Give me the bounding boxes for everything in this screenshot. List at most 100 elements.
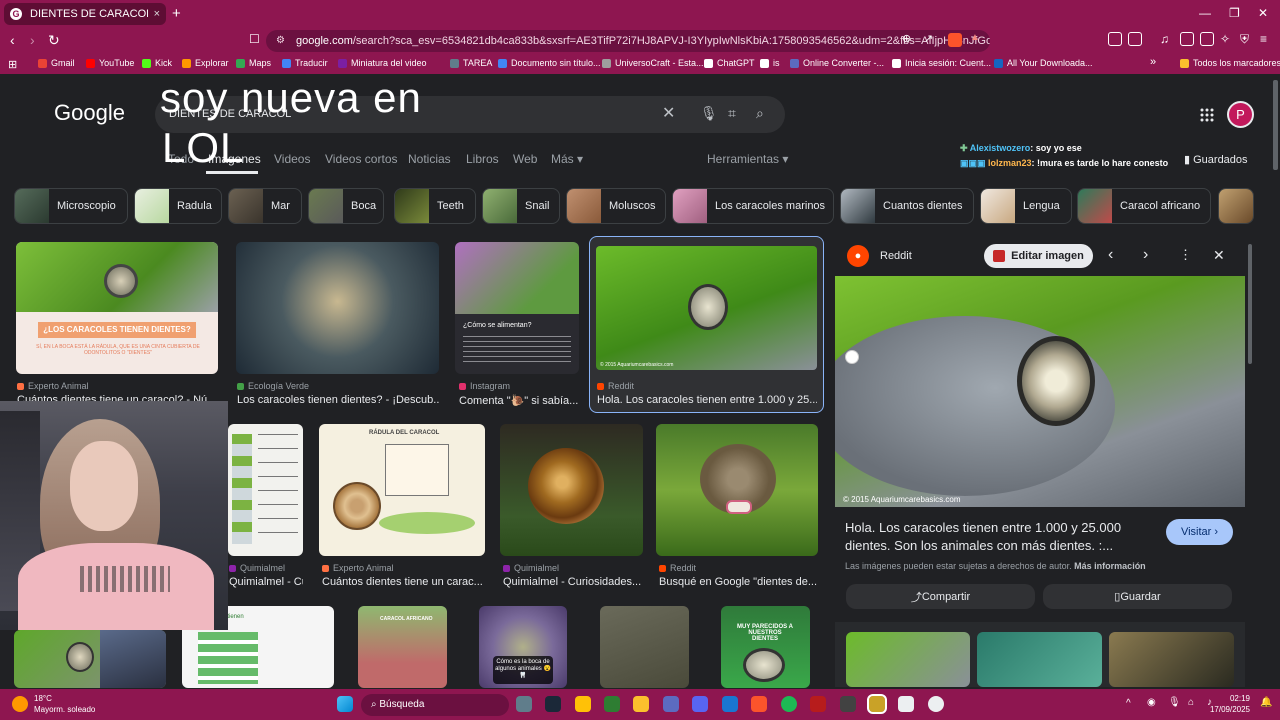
bookmark-online-converter[interactable]: Online Converter -... — [790, 58, 884, 68]
reload-icon[interactable]: ↻ — [48, 32, 60, 49]
chip-radula[interactable]: Radula — [134, 188, 222, 224]
microphone-icon[interactable]: 🎙 — [700, 105, 718, 122]
result-image-4[interactable]: © 2015 Aquariumcarebasics.com — [596, 246, 817, 370]
weather-icon[interactable] — [12, 696, 28, 712]
chip-microscopio[interactable]: Microscopio — [14, 188, 128, 224]
league-of-legends-icon[interactable] — [867, 694, 887, 714]
result-image-3[interactable]: ¿Cómo se alimentan? — [455, 242, 579, 374]
back-icon[interactable]: ‹ — [10, 32, 15, 48]
result-title-2[interactable]: Los caracoles tienen dientes? - ¡Descub.… — [237, 394, 440, 406]
page-scrollbar[interactable] — [1273, 80, 1278, 170]
minimize-icon[interactable]: — — [1199, 6, 1211, 20]
chip-cuantos-dientes[interactable]: Cuantos dientes — [840, 188, 974, 224]
sidebar-icon[interactable] — [1180, 32, 1194, 46]
previous-icon[interactable]: ‹ — [1108, 246, 1113, 264]
tray-chevron-icon[interactable]: ^ — [1126, 698, 1131, 709]
bookmark-inicia-sesion[interactable]: Inicia sesión: Cuent... — [892, 58, 991, 68]
forward-icon[interactable]: › — [30, 32, 35, 48]
more-info-link[interactable]: Más información — [1074, 561, 1146, 571]
close-panel-icon[interactable]: ✕ — [1213, 247, 1225, 264]
chip-boca[interactable]: Boca — [308, 188, 384, 224]
bookmark-gmail[interactable]: Gmail — [38, 58, 75, 68]
result-image-12[interactable]: Cómo es la boca de algunos animales 😮🦷 — [479, 606, 567, 688]
bookmark-chatgpt[interactable]: ChatGPT — [704, 58, 755, 68]
result-image-14[interactable]: MUY PARECIDOS A NUESTROS DIENTES — [721, 606, 810, 688]
zoom-icon[interactable]: ⊕ — [902, 32, 911, 45]
preview-image[interactable]: © 2015 Aquariumcarebasics.com — [835, 276, 1245, 507]
start-button-icon[interactable] — [337, 696, 353, 712]
app-icon[interactable] — [604, 696, 620, 712]
chip-caracoles-marinos[interactable]: Los caracoles marinos — [672, 188, 834, 224]
bookmarks-more-icon[interactable]: » — [1150, 56, 1156, 68]
browser-tab[interactable]: G DIENTES DE CARACOL - Buscar c × — [4, 3, 166, 25]
tab-noticias[interactable]: Noticias — [408, 152, 451, 166]
lens-search-icon[interactable] — [845, 350, 859, 364]
app3-icon[interactable] — [840, 696, 856, 712]
bookmark-kick[interactable]: Kick — [142, 58, 172, 68]
network-icon[interactable]: ⌂ — [1188, 697, 1194, 708]
related-image-1[interactable] — [846, 632, 970, 687]
extension-icon[interactable] — [1108, 32, 1122, 46]
chip-caracol-africano[interactable]: Caracol africano — [1077, 188, 1211, 224]
result-image-8[interactable] — [656, 424, 818, 556]
bookmark-miniatura[interactable]: Miniatura del video — [338, 58, 427, 68]
result-title-5[interactable]: Quimialmel - Curio... — [229, 576, 303, 588]
apps-grid-icon[interactable]: ⊞ — [8, 58, 17, 71]
share-icon[interactable]: ↗ — [924, 32, 933, 45]
file-explorer-icon[interactable] — [575, 696, 591, 712]
bookmark-maps[interactable]: Maps — [236, 58, 271, 68]
notification-icon[interactable]: 🔔 — [1260, 697, 1272, 708]
bookmarks-all-folder[interactable]: Todos los marcadores — [1180, 58, 1280, 68]
vpn-icon[interactable]: ⛨ — [1240, 32, 1249, 47]
outlook-icon[interactable] — [722, 696, 738, 712]
result-image-1[interactable]: ¿LOS CARACOLES TIENEN DIENTES? SÍ, EN LA… — [16, 242, 218, 374]
next-icon[interactable]: › — [1143, 246, 1148, 264]
bookmark-explorar[interactable]: Explorar — [182, 58, 229, 68]
app2-icon[interactable] — [810, 696, 826, 712]
result-image-9[interactable] — [14, 630, 166, 688]
tray-app-icon[interactable]: ◉ — [1147, 697, 1156, 708]
related-image-3[interactable] — [1109, 632, 1234, 687]
result-title-8[interactable]: Busqué en Google "dientes de... — [659, 576, 819, 588]
result-image-6[interactable]: RÁDULA DEL CARACOL — [319, 424, 485, 556]
media-icon[interactable]: ♫ — [1160, 32, 1169, 46]
bookmark-traducir[interactable]: Traducir — [282, 58, 328, 68]
save-button[interactable]: ▯ Guardar — [1043, 584, 1232, 609]
clear-search-icon[interactable]: ✕ — [662, 103, 675, 123]
bookmark-is[interactable]: is — [760, 58, 780, 68]
wallet-icon[interactable] — [1128, 32, 1142, 46]
microphone-tray-icon[interactable]: 🎙 — [1168, 697, 1181, 708]
lens-icon[interactable]: ⌗ — [728, 105, 736, 122]
result-image-7[interactable] — [500, 424, 643, 556]
tab-web[interactable]: Web — [513, 152, 537, 166]
chip-more[interactable] — [1218, 188, 1254, 224]
search-icon[interactable]: ⌕ — [756, 105, 764, 122]
bookmark-tarea[interactable]: TAREA — [450, 58, 492, 68]
result-title-7[interactable]: Quimialmel - Curiosidades... — [503, 576, 643, 588]
google-logo[interactable]: Google — [54, 100, 125, 126]
weather-temp[interactable]: 18°C — [34, 694, 52, 703]
google-apps-icon[interactable] — [1200, 108, 1214, 122]
panel-scrollbar[interactable] — [1248, 244, 1252, 364]
bookmark-universocraft[interactable]: UniversoCraft - Esta... — [602, 58, 704, 68]
app5-icon[interactable] — [928, 696, 944, 712]
steam-icon[interactable] — [545, 696, 561, 712]
bookmark-icon[interactable]: ☐ — [249, 32, 260, 46]
taskbar-search[interactable]: ⌕ Búsqueda — [361, 694, 509, 716]
clock-date[interactable]: 17/09/2025 — [1198, 705, 1250, 714]
bookmark-documento[interactable]: Documento sin título... — [498, 58, 601, 68]
result-title-4[interactable]: Hola. Los caracoles tienen entre 1.000 y… — [597, 394, 817, 406]
chip-mar[interactable]: Mar — [228, 188, 302, 224]
chip-teeth[interactable]: Teeth — [394, 188, 476, 224]
rewards-icon[interactable]: ▲ — [970, 32, 980, 43]
menu-icon[interactable]: ≡ — [1260, 32, 1267, 46]
tab-libros[interactable]: Libros — [466, 152, 499, 166]
chip-snail[interactable]: Snail — [482, 188, 560, 224]
tab-mas[interactable]: Más ▾ — [551, 152, 583, 166]
new-tab-button[interactable]: + — [172, 5, 181, 22]
panel-source[interactable]: Reddit — [880, 250, 912, 262]
result-image-5[interactable] — [228, 424, 303, 556]
bookmark-youtube[interactable]: YouTube — [86, 58, 134, 68]
result-title-3[interactable]: Comenta "🐌" si sabía... — [459, 394, 579, 407]
result-image-2[interactable] — [236, 242, 439, 374]
